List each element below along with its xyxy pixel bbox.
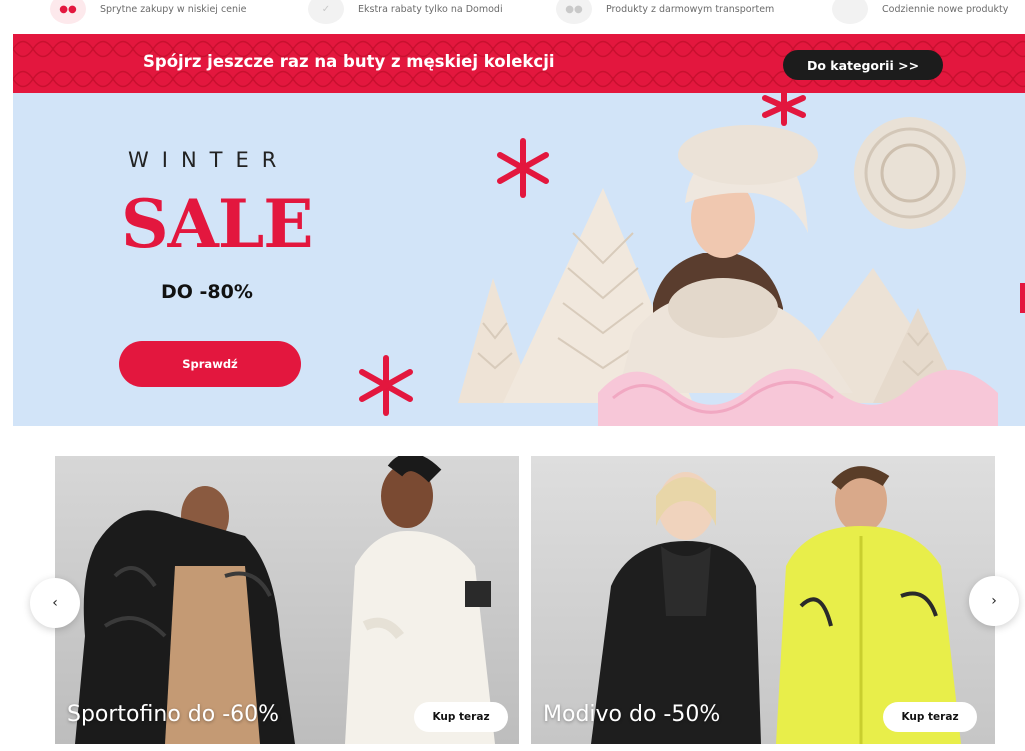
card-photo (55, 456, 519, 744)
hero-discount: DO -80% (161, 281, 253, 303)
snowflake-icon (762, 93, 806, 126)
snowflake-icon (497, 138, 549, 198)
hero-kicker: WINTER (128, 148, 290, 172)
new-icon (832, 0, 868, 24)
promo-banner: Spójrz jeszcze raz na buty z męskiej kol… (13, 34, 1025, 93)
benefit-new-products: Codziennie nowe produkty (832, 0, 1008, 24)
card-title: Modivo do -50% (543, 702, 721, 727)
benefit-smart-shopping: ●● Sprytne zakupy w niskiej cenie (50, 0, 247, 24)
wool-circle (854, 117, 966, 229)
benefits-strip: ●● Sprytne zakupy w niskiej cenie ✓ Ekst… (0, 0, 1025, 33)
hero-headline: SALE (121, 185, 314, 263)
category-card-modivo[interactable]: Modivo do -50% Kup teraz (531, 456, 995, 744)
snowflake-icon (359, 355, 413, 416)
category-card-sportofino[interactable]: Sportofino do -60% Kup teraz (55, 456, 519, 744)
card-title: Sportofino do -60% (67, 702, 280, 727)
chevron-left-icon: ‹ (52, 595, 58, 611)
benefit-extra-discounts: ✓ Ekstra rabaty tylko na Domodi (308, 0, 503, 24)
benefit-text: Sprytne zakupy w niskiej cenie (100, 3, 247, 15)
buy-now-button[interactable]: Kup teraz (883, 702, 977, 732)
delivery-icon: ●● (556, 0, 592, 24)
piggy-icon: ●● (50, 0, 86, 24)
benefit-text: Codziennie nowe produkty (882, 3, 1009, 15)
benefit-text: Produkty z darmowym transportem (606, 3, 775, 15)
chevron-right-icon: › (991, 593, 997, 609)
go-to-category-button[interactable]: Do kategorii >> (783, 50, 943, 80)
check-button[interactable]: Sprawdź (119, 341, 301, 387)
promo-text: Spójrz jeszcze raz na buty z męskiej kol… (143, 52, 555, 71)
benefit-free-delivery: ●● Produkty z darmowym transportem (556, 0, 774, 24)
card-photo (531, 456, 995, 744)
benefit-text: Ekstra rabaty tylko na Domodi (358, 3, 503, 15)
discount-icon: ✓ (308, 0, 344, 24)
buy-now-button[interactable]: Kup teraz (414, 702, 508, 732)
model-scarf (668, 278, 778, 338)
category-carousel: Sportofino do -60% Kup teraz Modivo do -… (0, 426, 1025, 751)
winter-sale-hero[interactable]: WINTER SALE DO -80% Sprawdź (13, 93, 1025, 426)
carousel-next-button[interactable]: › (969, 576, 1019, 626)
carousel-prev-button[interactable]: ‹ (30, 578, 80, 628)
